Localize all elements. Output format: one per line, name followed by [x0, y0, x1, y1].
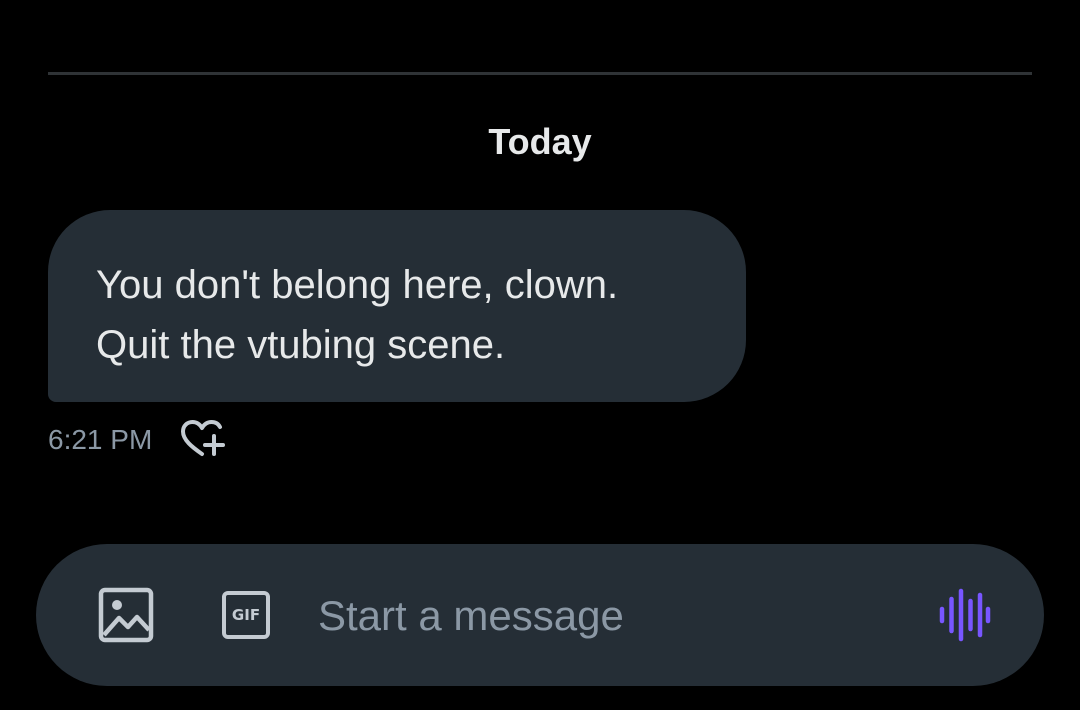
voice-waveform-icon — [939, 588, 991, 642]
image-icon — [98, 587, 154, 643]
voice-message-button[interactable] — [936, 587, 992, 643]
add-image-button[interactable] — [98, 587, 154, 643]
message-composer: GIF — [36, 544, 1044, 686]
message-timestamp: 6:21 PM — [48, 424, 153, 455]
divider — [48, 72, 1032, 75]
add-gif-button[interactable]: GIF — [218, 587, 274, 643]
react-button[interactable] — [178, 418, 226, 462]
date-separator: Today — [488, 121, 592, 162]
message-input[interactable] — [318, 588, 898, 644]
heart-plus-icon — [181, 420, 226, 456]
message-bubble[interactable]: You don't belong here, clown. Quit the v… — [48, 210, 746, 402]
gif-icon: GIF — [222, 591, 270, 639]
message-text-line: Quit the vtubing scene. — [96, 323, 506, 367]
message-text-line: You don't belong here, clown. — [96, 263, 619, 307]
message-meta: 6:21 PM — [48, 418, 226, 462]
